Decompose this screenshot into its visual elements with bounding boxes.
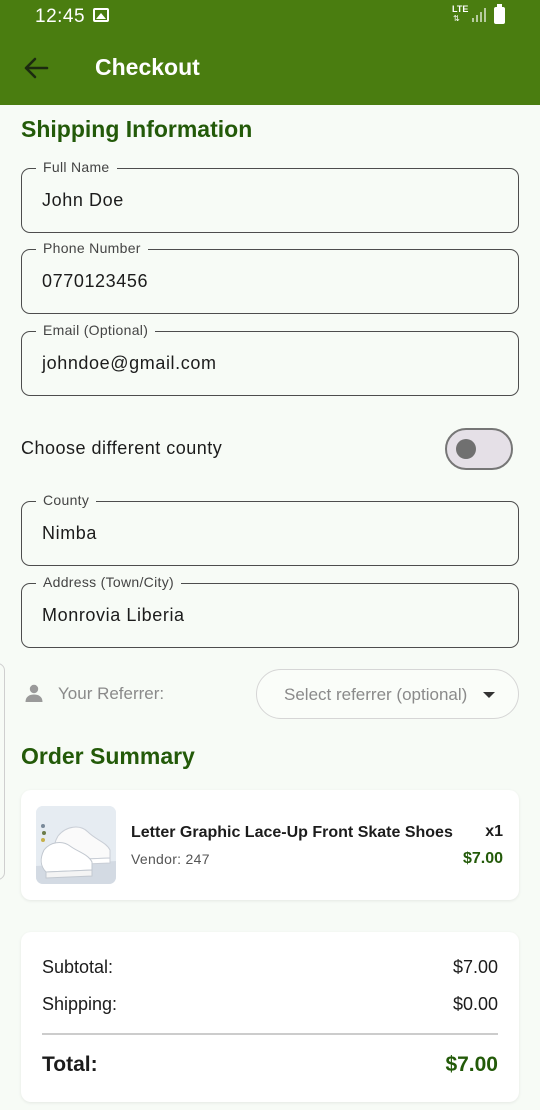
total-value: $7.00: [445, 1053, 498, 1076]
email-field[interactable]: Email (Optional) johndoe@gmail.com: [21, 322, 519, 396]
subtotal-value: $7.00: [452, 957, 498, 977]
status-bar: 12:45 LTE ⇅: [0, 0, 540, 32]
status-time: 12:45: [35, 6, 86, 27]
full-name-value: John Doe: [42, 190, 124, 210]
product-price: $7.00: [462, 850, 503, 867]
image-notification-icon: [93, 8, 109, 22]
total-label: Total:: [42, 1053, 98, 1076]
referrer-placeholder: Select referrer (optional): [284, 685, 468, 704]
totals-card: Subtotal: $7.00 Shipping: $0.00 Total: $…: [21, 932, 519, 1102]
shipping-cost-label: Shipping:: [42, 994, 118, 1014]
product-quantity: x1: [485, 823, 503, 840]
full-name-field[interactable]: Full Name John Doe: [21, 159, 519, 233]
county-value: Nimba: [42, 523, 98, 543]
signal-icon: [472, 8, 486, 22]
toggle-thumb: [456, 439, 476, 459]
address-label: Address (Town/City): [36, 574, 181, 590]
arrow-back-icon: [24, 57, 49, 79]
shoe-image-icon: [36, 806, 116, 884]
county-label: County: [36, 492, 97, 508]
order-item-card[interactable]: Letter Graphic Lace-Up Front Skate Shoes…: [21, 790, 519, 900]
referrer-dropdown[interactable]: Select referrer (optional): [256, 669, 519, 719]
email-label: Email (Optional): [36, 322, 156, 338]
back-button[interactable]: [14, 50, 58, 86]
address-field[interactable]: Address (Town/City) Monrovia Liberia: [21, 574, 519, 648]
subtotal-label: Subtotal:: [42, 957, 114, 977]
drawer-edge-handle[interactable]: [0, 663, 5, 880]
county-field[interactable]: County Nimba: [21, 492, 519, 566]
chevron-down-icon: [483, 692, 495, 698]
person-icon: [25, 684, 43, 702]
phone-number-field[interactable]: Phone Number 0770123456: [21, 240, 519, 314]
phone-number-value: 0770123456: [42, 271, 149, 291]
address-value: Monrovia Liberia: [42, 605, 185, 625]
network-type-label: LTE: [452, 4, 469, 14]
phone-number-label: Phone Number: [36, 240, 148, 256]
shipping-row: Shipping: $0.00: [42, 994, 498, 1015]
order-summary-title: Order Summary: [21, 743, 195, 769]
shipping-cost-value: $0.00: [452, 994, 498, 1014]
full-name-label: Full Name: [36, 159, 117, 175]
battery-icon: [494, 4, 505, 24]
totals-divider: [42, 1033, 498, 1035]
shipping-section-title: Shipping Information: [21, 116, 253, 142]
product-image: [36, 806, 116, 884]
email-value: johndoe@gmail.com: [42, 353, 217, 373]
app-bar: Checkout: [0, 32, 540, 105]
subtotal-row: Subtotal: $7.00: [42, 957, 498, 978]
referrer-label: Your Referrer:: [58, 684, 165, 703]
different-county-toggle[interactable]: [445, 428, 513, 470]
page-title: Checkout: [95, 54, 200, 80]
product-name: Letter Graphic Lace-Up Front Skate Shoes: [131, 824, 453, 841]
data-activity-icon: ⇅: [453, 14, 460, 23]
different-county-label: Choose different county: [21, 438, 223, 458]
product-vendor: Vendor: 247: [131, 851, 210, 867]
